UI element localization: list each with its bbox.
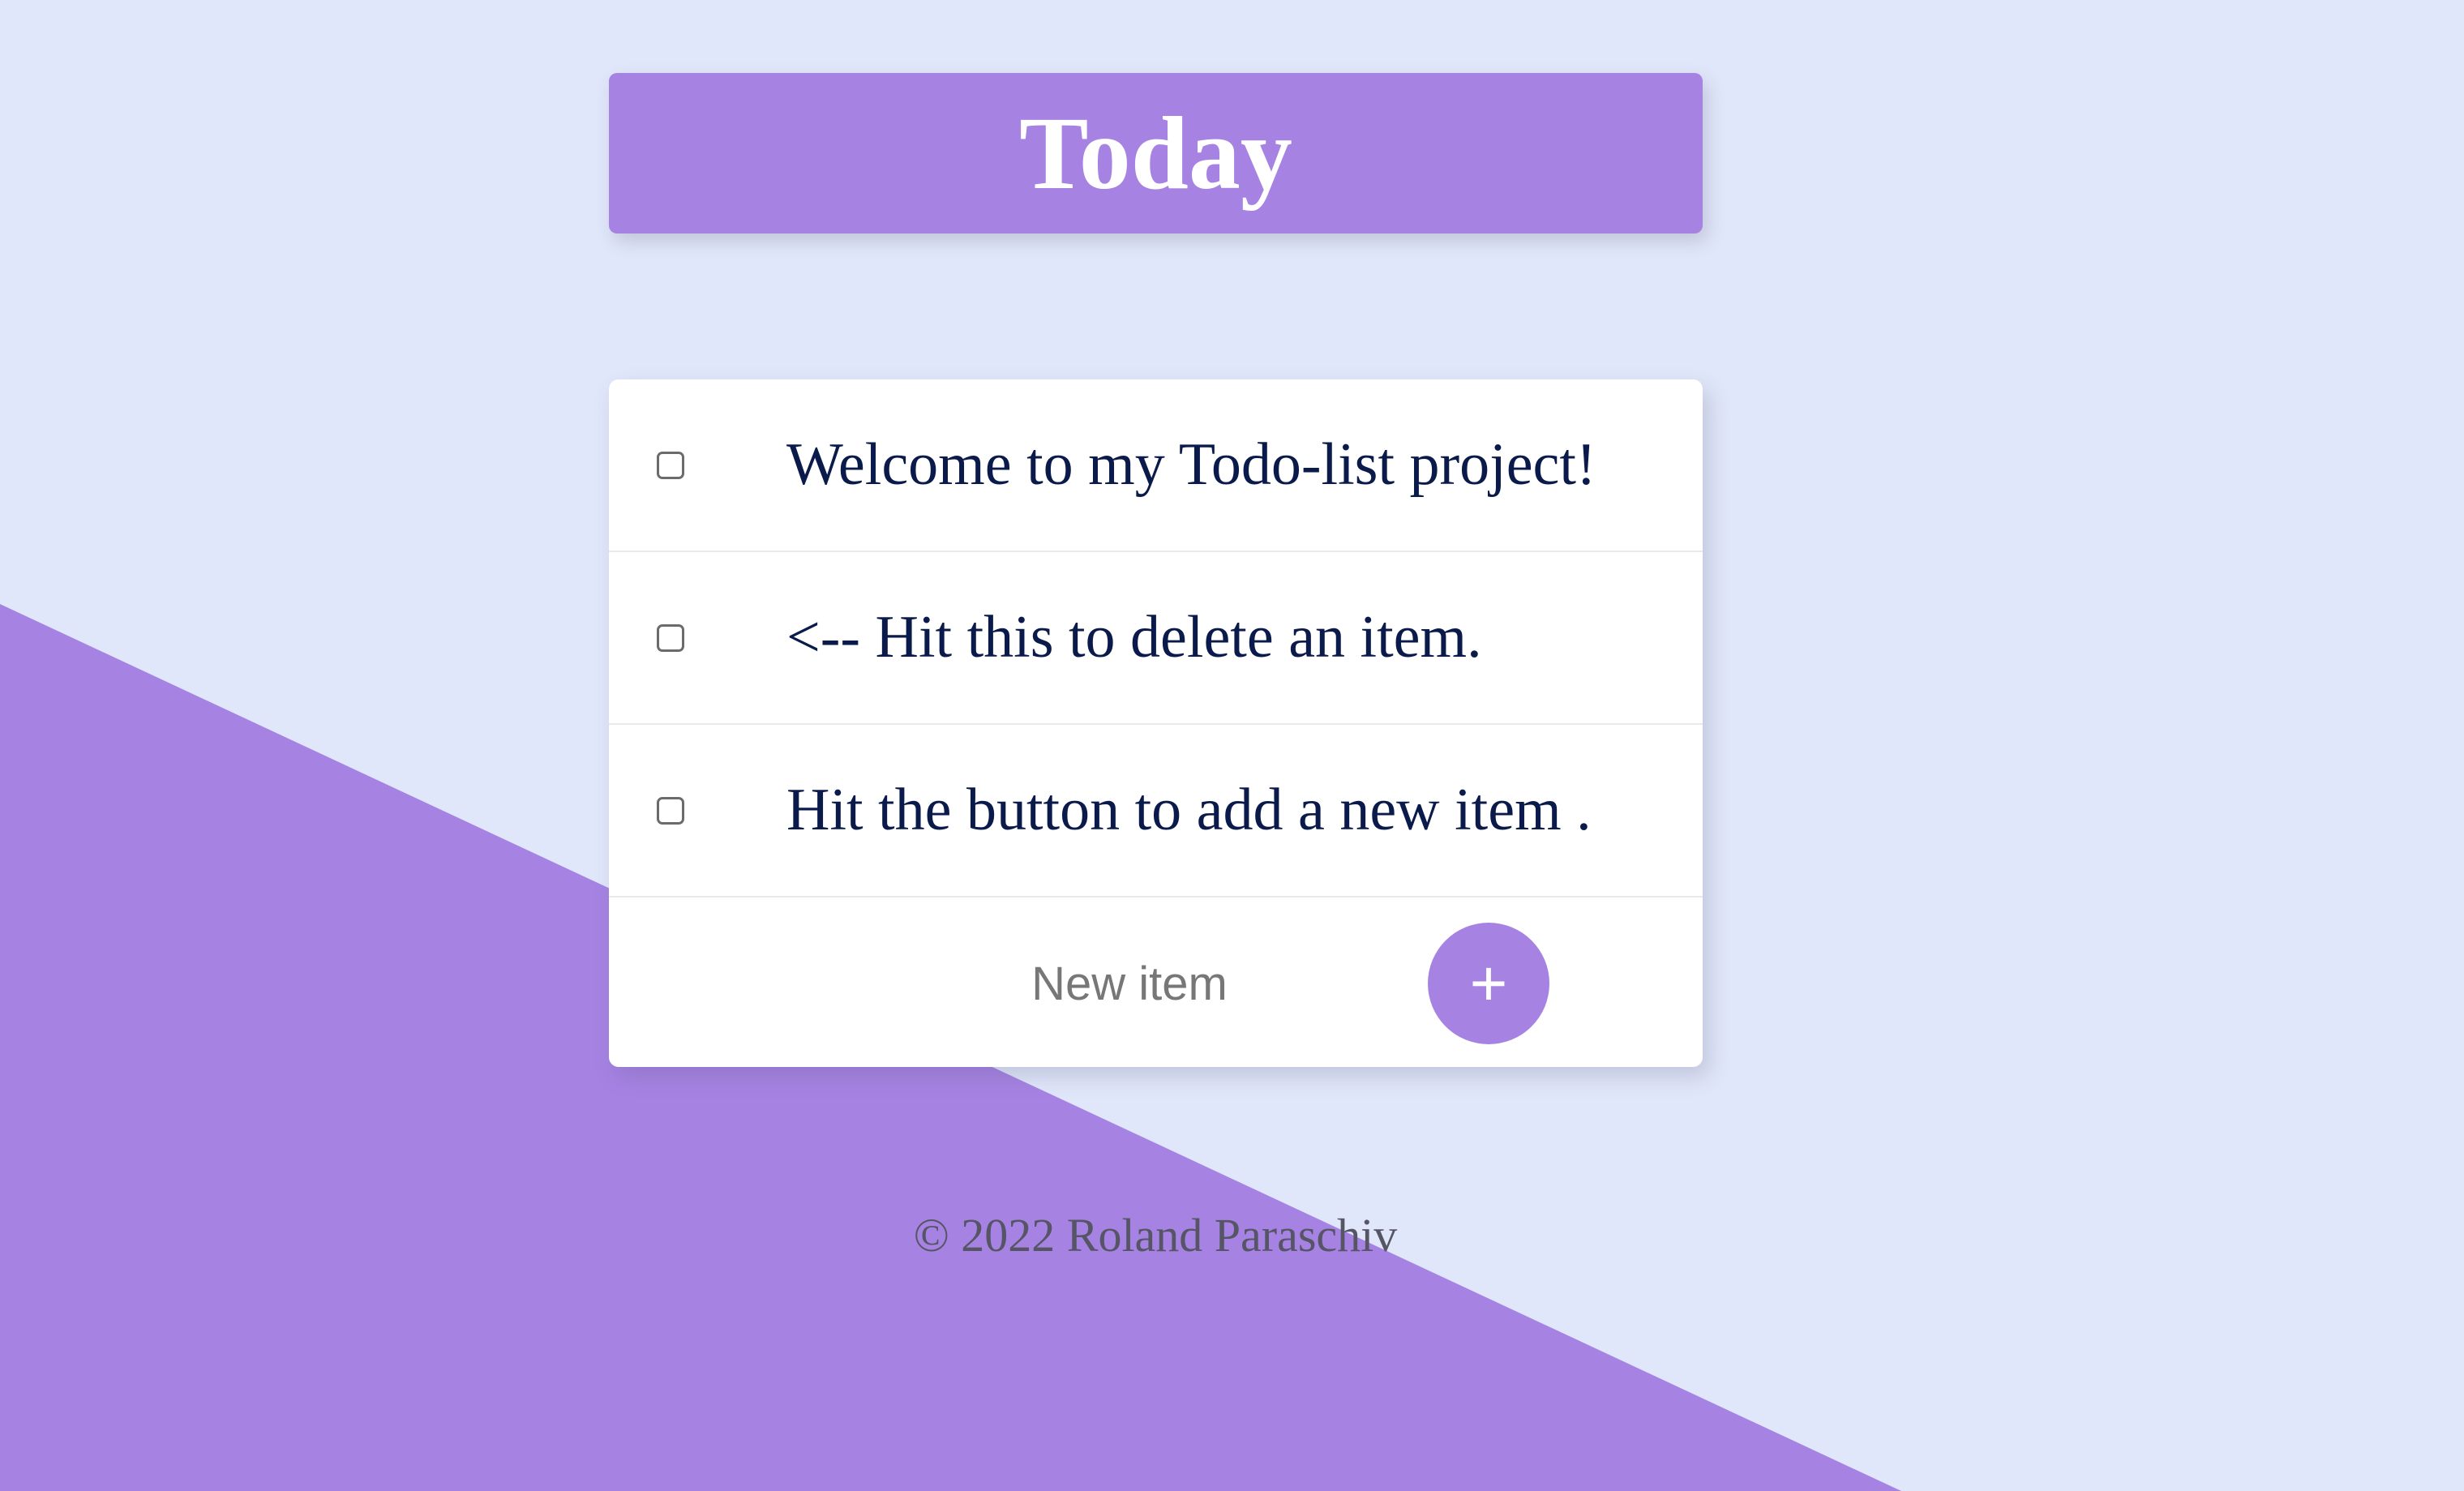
delete-checkbox[interactable]: [657, 623, 684, 652]
page-title: Today: [1019, 96, 1292, 211]
item-label: <-- Hit this to delete an item.: [786, 604, 1482, 671]
todo-list-card: Welcome to my Todo-list project! <-- Hit…: [609, 379, 1703, 1067]
new-item-form: +: [609, 898, 1703, 1067]
list-item: Hit the button to add a new item .: [609, 725, 1703, 898]
heading-banner: Today: [609, 73, 1703, 234]
list-item: Welcome to my Todo-list project!: [609, 379, 1703, 552]
item-label: Welcome to my Todo-list project!: [786, 431, 1596, 498]
delete-checkbox[interactable]: [657, 451, 684, 479]
new-item-input[interactable]: [933, 942, 1326, 1025]
list-item: <-- Hit this to delete an item.: [609, 552, 1703, 725]
delete-checkbox[interactable]: [657, 796, 684, 825]
footer-copyright: © 2022 Roland Paraschiv: [913, 1209, 1398, 1262]
add-item-button[interactable]: +: [1428, 923, 1549, 1044]
item-label: Hit the button to add a new item .: [786, 777, 1592, 843]
